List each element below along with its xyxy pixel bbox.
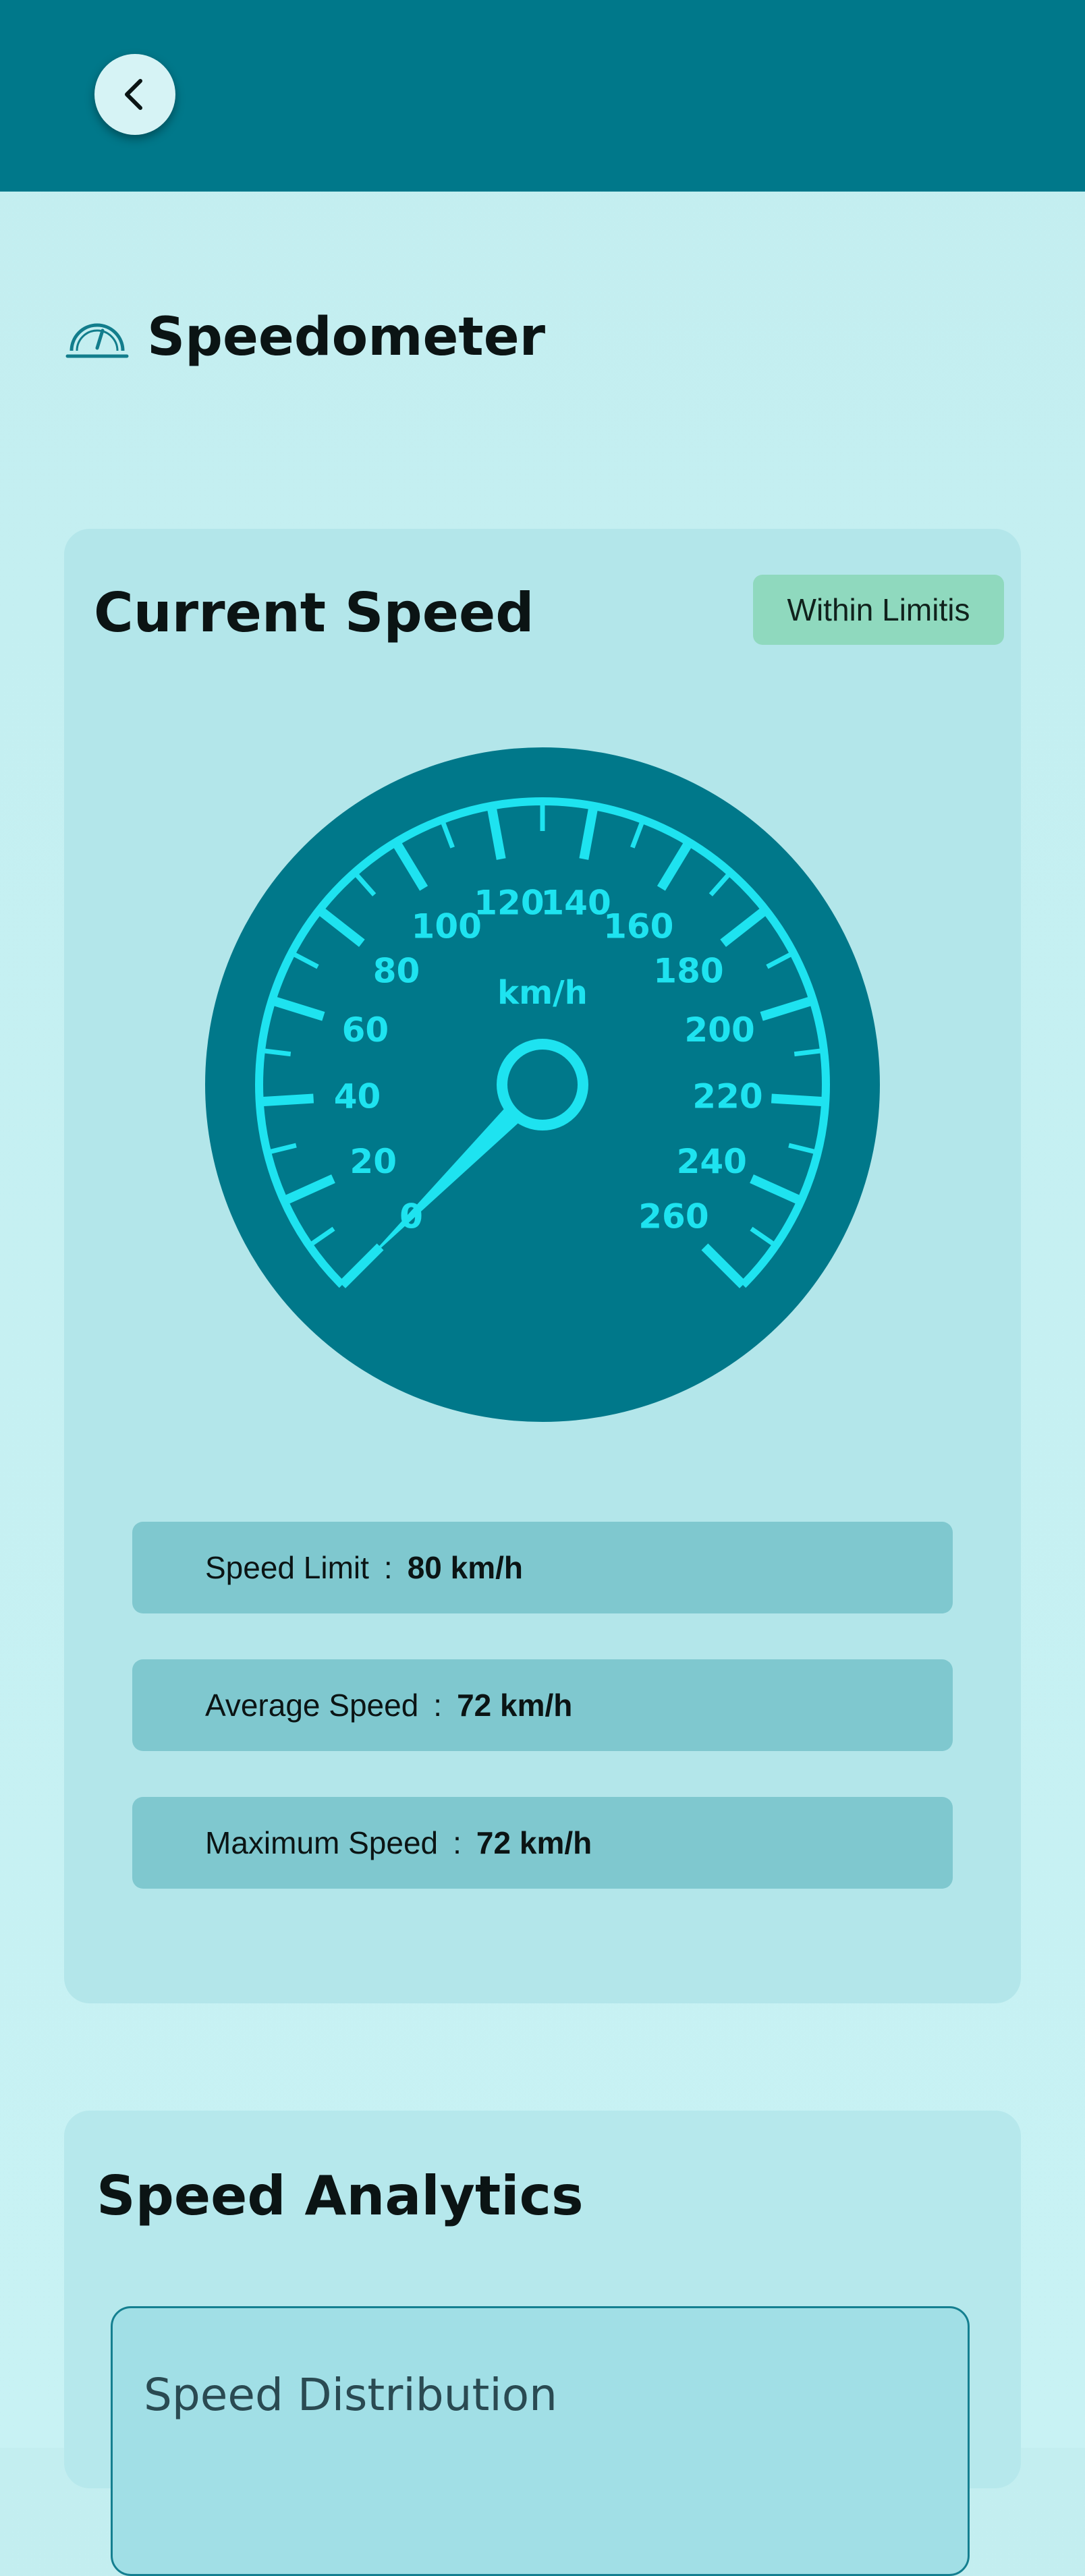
- average-speed-separator: :: [433, 1688, 443, 1723]
- tick-label: 140: [540, 884, 611, 923]
- speed-distribution-title: Speed Distribution: [144, 2369, 557, 2421]
- tick-label: 260: [638, 1197, 708, 1236]
- major-tick: [771, 1093, 826, 1107]
- speed-analytics-title: Speed Analytics: [96, 2165, 584, 2227]
- tick-label: 180: [653, 951, 723, 990]
- top-app-bar: [0, 0, 1085, 192]
- page-title: Speedometer: [147, 307, 546, 368]
- tick-label: 200: [684, 1010, 754, 1050]
- gauge-hub: [497, 1039, 588, 1130]
- back-button[interactable]: [94, 54, 175, 135]
- tick-label: 100: [412, 907, 482, 946]
- status-badge: Within Limitis: [753, 575, 1004, 645]
- average-speed-label: Average Speed: [205, 1688, 419, 1723]
- tick-label: 120: [474, 884, 544, 923]
- average-speed-row: Average Speed : 72 km/h: [132, 1659, 953, 1751]
- tick-label: 80: [373, 951, 420, 990]
- current-speed-card: Current Speed Within Limitis 02040608010…: [64, 529, 1021, 2003]
- speedometer-icon: [65, 323, 129, 358]
- maximum-speed-label: Maximum Speed: [205, 1825, 439, 1860]
- tick-label: 40: [334, 1077, 381, 1116]
- current-speed-title: Current Speed: [94, 581, 534, 644]
- tick-label: 220: [692, 1077, 762, 1116]
- maximum-speed-row: Maximum Speed : 72 km/h: [132, 1797, 953, 1889]
- average-speed-value: 72 km/h: [457, 1688, 573, 1723]
- speed-limit-row: Speed Limit : 80 km/h: [132, 1522, 953, 1613]
- speed-limit-label: Speed Limit: [205, 1550, 369, 1585]
- speedometer-gauge: 020406080100120140160180200220240260km/h: [205, 747, 880, 1422]
- tick-label: 60: [342, 1010, 389, 1050]
- major-tick: [259, 1093, 314, 1107]
- tick-label: 240: [677, 1142, 747, 1181]
- chevron-left-icon: [125, 79, 142, 110]
- maximum-speed-value: 72 km/h: [476, 1825, 592, 1860]
- speed-analytics-card: Speed Analytics Speed Distribution: [64, 2111, 1021, 2576]
- speed-limit-separator: :: [383, 1550, 393, 1585]
- speed-limit-value: 80 km/h: [407, 1550, 524, 1585]
- gauge-unit: km/h: [497, 974, 588, 1012]
- maximum-speed-separator: :: [453, 1825, 462, 1860]
- tick-label: 160: [603, 907, 673, 946]
- page-header: Speedometer: [63, 297, 545, 378]
- speed-distribution-panel[interactable]: Speed Distribution: [111, 2306, 970, 2576]
- tick-label: 20: [350, 1142, 397, 1181]
